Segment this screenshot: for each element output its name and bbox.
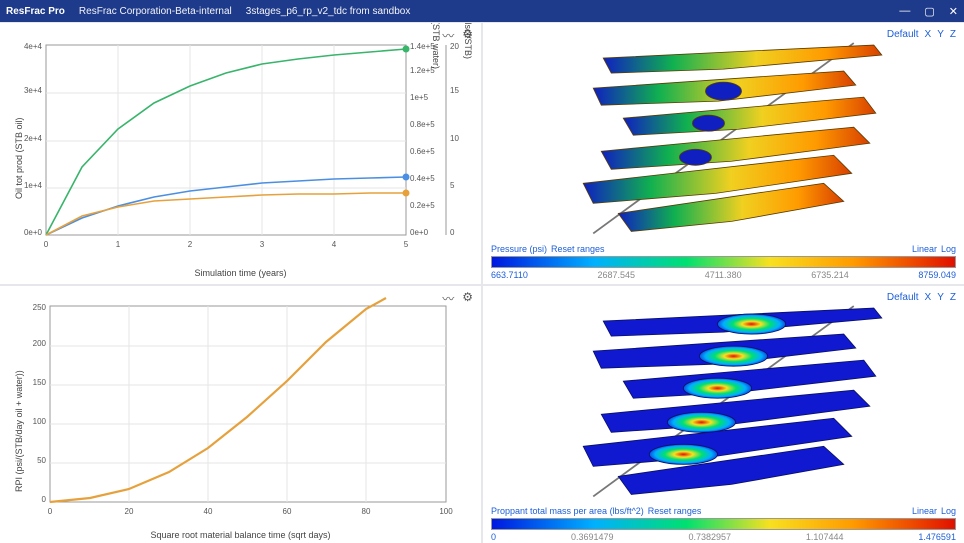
stop-4: 8759.049 xyxy=(918,270,956,280)
view-default-button[interactable]: Default xyxy=(887,292,919,303)
view-default-button[interactable]: Default xyxy=(887,29,919,40)
svg-text:1e+5: 1e+5 xyxy=(410,93,429,102)
scale-log-button[interactable]: Log xyxy=(941,506,956,516)
stop-3: 6735.214 xyxy=(811,270,849,280)
y-axis-label: RPI (psi/(STB/day oil + water)) xyxy=(14,370,24,492)
svg-text:1e+4: 1e+4 xyxy=(24,181,43,190)
scale-log-button[interactable]: Log xyxy=(941,244,956,254)
chart-mode-icon[interactable]: 〰 xyxy=(442,27,454,44)
svg-text:0: 0 xyxy=(44,240,49,249)
gear-icon[interactable]: ⚙ xyxy=(462,290,473,307)
svg-text:0.6e+5: 0.6e+5 xyxy=(410,147,435,156)
breadcrumb-org[interactable]: ResFrac Corporation-Beta-internal xyxy=(79,6,232,17)
svg-text:3e+4: 3e+4 xyxy=(24,86,43,95)
svg-text:0.8e+5: 0.8e+5 xyxy=(410,120,435,129)
close-button[interactable]: ✕ xyxy=(949,5,958,18)
view-y-button[interactable]: Y xyxy=(937,292,944,303)
svg-text:80: 80 xyxy=(362,507,371,516)
view-z-button[interactable]: Z xyxy=(950,29,956,40)
color-stops: 0 0.3691479 0.7382957 1.107444 1.476591 xyxy=(491,532,956,542)
svg-text:1: 1 xyxy=(116,240,121,249)
svg-text:200: 200 xyxy=(33,339,47,348)
svg-text:50: 50 xyxy=(37,456,46,465)
color-stops: 663.7110 2687.545 4711.380 6735.214 8759… xyxy=(491,270,956,280)
svg-text:150: 150 xyxy=(33,378,47,387)
chart-toolbar: 〰 ⚙ xyxy=(442,27,473,44)
svg-text:4: 4 xyxy=(332,240,337,249)
view-z-button[interactable]: Z xyxy=(950,292,956,303)
svg-text:20: 20 xyxy=(125,507,134,516)
view-controls: Default X Y Z xyxy=(887,29,956,40)
svg-text:0e+0: 0e+0 xyxy=(24,228,43,237)
reset-ranges-button[interactable]: Reset ranges xyxy=(551,244,605,254)
y-axis-mid-label: Water tot prod (STB water) xyxy=(431,23,441,69)
stop-0: 0 xyxy=(491,532,496,542)
rpi-chart[interactable]: 0 50 100 150 200 250 0 20 40 60 80 xyxy=(6,292,476,530)
view-controls: Default X Y Z xyxy=(887,292,956,303)
stop-2: 4711.380 xyxy=(705,270,742,280)
chart-toolbar: 〰 ⚙ xyxy=(442,290,473,307)
x-axis-label: Simulation time (years) xyxy=(194,268,286,278)
svg-text:5: 5 xyxy=(450,181,455,190)
maximize-button[interactable]: ▢ xyxy=(924,5,934,18)
svg-text:0: 0 xyxy=(48,507,53,516)
stop-0: 663.7110 xyxy=(491,270,528,280)
viewport-proppant[interactable]: Default X Y Z xyxy=(481,286,964,543)
legend-name: Proppant total mass per area (lbs/ft^2) xyxy=(491,506,644,516)
viewport-pressure[interactable]: Default X Y Z xyxy=(481,23,964,284)
stop-2: 0.7382957 xyxy=(688,532,731,542)
view-x-button[interactable]: X xyxy=(925,29,932,40)
view-y-button[interactable]: Y xyxy=(937,29,944,40)
svg-text:100: 100 xyxy=(33,417,47,426)
svg-text:0: 0 xyxy=(450,228,455,237)
svg-text:0: 0 xyxy=(42,495,47,504)
svg-text:3: 3 xyxy=(260,240,265,249)
reset-ranges-button[interactable]: Reset ranges xyxy=(648,506,702,516)
proppant-3d-scene[interactable] xyxy=(483,286,964,543)
minimize-button[interactable]: — xyxy=(899,5,910,18)
svg-text:40: 40 xyxy=(204,507,213,516)
stop-1: 2687.545 xyxy=(598,270,636,280)
production-chart[interactable]: 0e+0 1e+4 2e+4 3e+4 4e+4 0e+0 0.2e+5 0.4… xyxy=(6,29,476,267)
view-x-button[interactable]: X xyxy=(925,292,932,303)
color-bar[interactable] xyxy=(491,256,956,268)
svg-text:15: 15 xyxy=(450,86,459,95)
svg-text:60: 60 xyxy=(283,507,292,516)
svg-text:0.4e+5: 0.4e+5 xyxy=(410,174,435,183)
breadcrumb-scenario[interactable]: 3stages_p6_rp_v2_tdc from sandbox xyxy=(246,6,411,17)
svg-text:2e+4: 2e+4 xyxy=(24,134,43,143)
svg-text:0e+0: 0e+0 xyxy=(410,228,429,237)
svg-text:250: 250 xyxy=(33,303,47,312)
stop-4: 1.476591 xyxy=(918,532,956,542)
gear-icon[interactable]: ⚙ xyxy=(462,27,473,44)
scale-linear-button[interactable]: Linear xyxy=(912,506,937,516)
svg-text:100: 100 xyxy=(439,507,453,516)
chart-mode-icon[interactable]: 〰 xyxy=(442,290,454,307)
window-controls: — ▢ ✕ xyxy=(899,5,958,18)
svg-text:5: 5 xyxy=(404,240,409,249)
chart-panel-production: 〰 ⚙ 0e+0 1e+4 2e+4 3e+4 4e+4 xyxy=(0,23,481,284)
scale-linear-button[interactable]: Linear xyxy=(912,244,937,254)
chart-panel-rpi: 〰 ⚙ 0 50 100 150 200 250 xyxy=(0,286,481,543)
stop-3: 1.107444 xyxy=(806,532,844,542)
app-name: ResFrac Pro xyxy=(6,6,65,17)
y-axis-left-label: Oil tot prod (STB oil) xyxy=(14,117,24,199)
svg-text:0.2e+5: 0.2e+5 xyxy=(410,201,435,210)
legend-name: Pressure (psi) xyxy=(491,244,547,254)
svg-text:2: 2 xyxy=(188,240,193,249)
stop-1: 0.3691479 xyxy=(571,532,614,542)
svg-text:10: 10 xyxy=(450,134,459,143)
title-bar: ResFrac Pro ResFrac Corporation-Beta-int… xyxy=(0,0,964,22)
x-axis-label: Square root material balance time (sqrt … xyxy=(150,530,330,540)
svg-text:4e+4: 4e+4 xyxy=(24,42,43,51)
color-bar[interactable] xyxy=(491,518,956,530)
